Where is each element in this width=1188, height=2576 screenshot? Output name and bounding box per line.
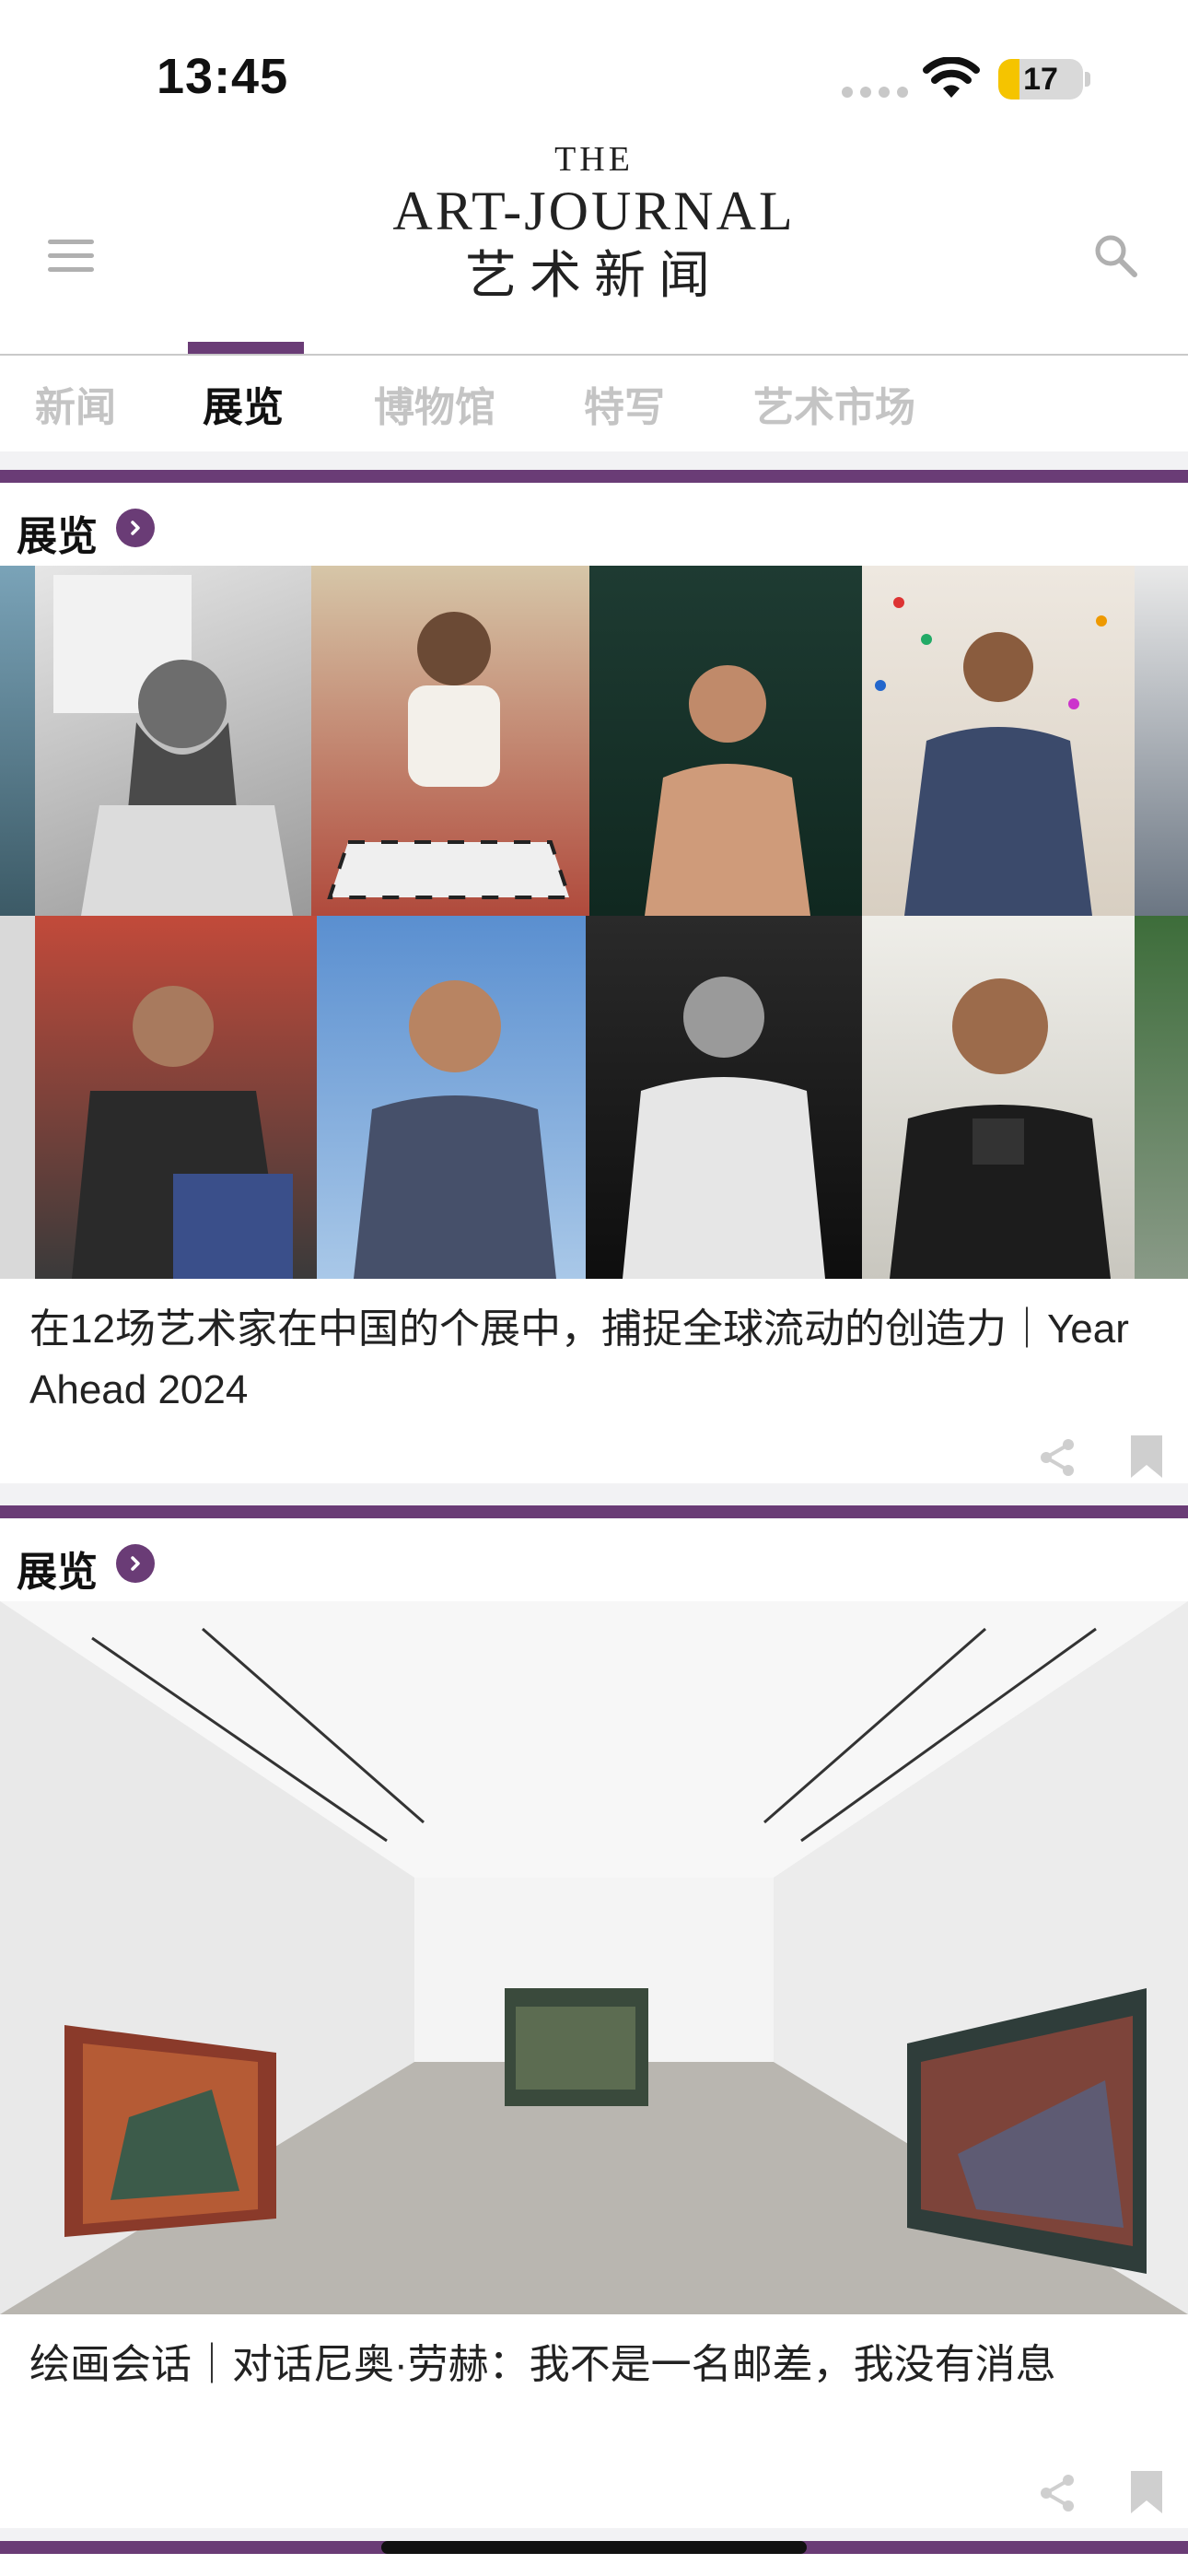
collage-tile	[317, 916, 586, 1279]
collage-tile	[35, 916, 317, 1279]
wifi-icon	[923, 57, 980, 98]
collage-tile	[0, 566, 35, 916]
article-title[interactable]: 绘画会话｜对话尼奥·劳赫：我不是一名邮差，我没有消息	[29, 2335, 1171, 2395]
share-icon[interactable]	[1037, 2473, 1077, 2513]
logo-chinese: 艺术新闻	[465, 248, 723, 305]
home-indicator[interactable]	[381, 2541, 807, 2554]
tabs-divider	[0, 451, 1188, 470]
share-icon[interactable]	[1037, 1437, 1077, 1478]
bookmark-icon[interactable]	[1129, 1434, 1164, 1480]
chevron-right-icon[interactable]	[116, 1544, 155, 1583]
app-header: THE ART-JOURNAL 艺术新闻	[0, 138, 1188, 355]
chevron-right-icon[interactable]	[116, 509, 155, 547]
hamburger-menu-icon[interactable]	[48, 240, 94, 276]
collage-tile	[862, 566, 1135, 916]
status-bar: 13:45 17	[0, 0, 1188, 138]
article-title[interactable]: 在12场艺术家在中国的个展中，捕捉全球流动的创造力｜Year Ahead 202…	[29, 1299, 1135, 1421]
card-divider	[0, 1483, 1188, 1505]
collage-tile	[1135, 916, 1188, 1279]
article-card[interactable]: 展览 在12场艺术家在中国的个展中，捕捉全球流动的创造力｜Year Ahead …	[0, 470, 1188, 1483]
search-icon[interactable]	[1092, 232, 1138, 278]
card-divider	[0, 2528, 1188, 2541]
card-accent-line	[0, 470, 1188, 483]
logo-main: ART-JOURNAL	[392, 181, 796, 241]
collage-tile	[35, 566, 311, 916]
cellular-signal-icon	[842, 87, 908, 98]
article-card[interactable]: 展览 绘画会话｜对话尼奥·劳赫：我不是一名邮差，我没有消息	[0, 1505, 1188, 2528]
category-tabs: 新闻 展览 博物馆 特写 艺术市场	[0, 354, 1188, 451]
status-time: 13:45	[157, 49, 289, 104]
section-label[interactable]: 展览	[17, 503, 98, 562]
collage-tile	[311, 566, 589, 916]
tab-art-market[interactable]: 艺术市场	[753, 374, 915, 433]
collage-tile	[0, 916, 35, 1279]
app-logo: THE ART-JOURNAL 艺术新闻	[378, 138, 810, 308]
battery-indicator: 17	[998, 59, 1083, 100]
logo-the: THE	[554, 140, 634, 179]
battery-level: 17	[1023, 61, 1058, 97]
tab-features[interactable]: 特写	[584, 374, 665, 433]
card-accent-line	[0, 1505, 1188, 1518]
collage-tile	[1135, 566, 1188, 916]
bookmark-icon[interactable]	[1129, 2469, 1164, 2515]
active-tab-indicator	[188, 342, 304, 355]
section-label[interactable]: 展览	[17, 1539, 98, 1598]
tab-news[interactable]: 新闻	[35, 374, 116, 433]
article-image-portrait-collage[interactable]	[0, 566, 1188, 1279]
tab-museums[interactable]: 博物馆	[374, 374, 495, 433]
collage-tile	[586, 916, 862, 1279]
collage-tile	[862, 916, 1135, 1279]
article-image-gallery-installation-view[interactable]	[0, 1601, 1188, 2314]
tab-exhibitions[interactable]: 展览	[203, 374, 284, 433]
battery-cap	[1085, 72, 1090, 87]
collage-tile	[589, 566, 862, 916]
